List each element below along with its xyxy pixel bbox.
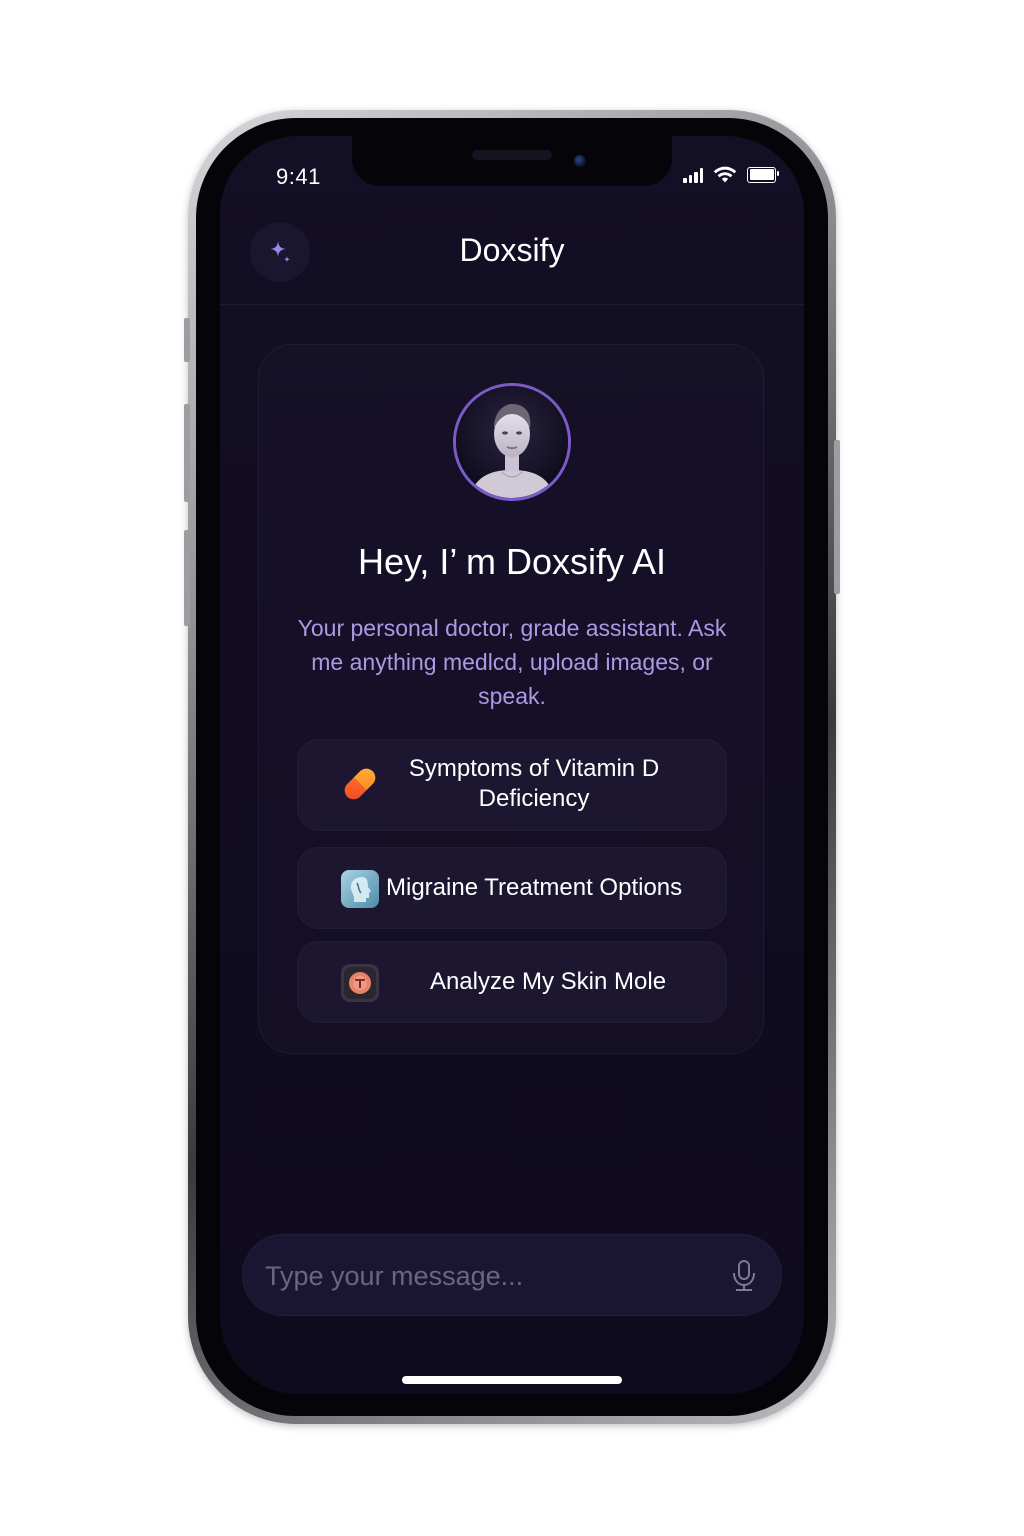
mute-switch bbox=[184, 318, 190, 362]
volume-up-button bbox=[184, 404, 190, 502]
wifi-icon bbox=[713, 166, 737, 183]
status-icons bbox=[683, 166, 779, 183]
battery-icon bbox=[747, 166, 779, 183]
welcome-card: Hey, I’ m Doxsify AI Your personal docto… bbox=[258, 344, 764, 1054]
welcome-subtitle: Your personal doctor, grade assistant. A… bbox=[297, 615, 727, 709]
skin-mole-icon bbox=[341, 964, 379, 1002]
status-time: 9:41 bbox=[276, 164, 321, 189]
suggestion-label: Migraine Treatment Options bbox=[386, 874, 683, 901]
earpiece-speaker bbox=[472, 150, 552, 160]
home-indicator[interactable] bbox=[402, 1376, 622, 1384]
app-header: Doxsify bbox=[220, 220, 804, 305]
message-composer bbox=[242, 1234, 782, 1316]
app-title: Doxsify bbox=[459, 232, 565, 268]
microphone-icon bbox=[733, 1260, 755, 1291]
mic-button[interactable] bbox=[727, 1257, 761, 1295]
suggestion-label-line1: Symptoms of Vitamin D bbox=[408, 755, 660, 782]
suggestion-vitamin-d[interactable]: Symptoms of Vitamin D Deficiency bbox=[297, 739, 727, 831]
front-camera bbox=[574, 155, 586, 167]
assistant-avatar bbox=[453, 383, 571, 501]
pill-icon bbox=[344, 768, 376, 800]
suggestion-label: Analyze My Skin Mole bbox=[429, 968, 667, 995]
power-button bbox=[834, 440, 840, 594]
cellular-signal-icon bbox=[683, 167, 703, 183]
suggestion-label-line2: Deficiency bbox=[478, 785, 590, 812]
head-medical-icon bbox=[341, 870, 379, 908]
suggestion-skin-mole[interactable]: Analyze My Skin Mole bbox=[297, 941, 727, 1023]
app-screen: 9:41 Doxsify Hey, I’ m Doxsify AI Your p… bbox=[220, 136, 804, 1394]
notch bbox=[352, 136, 672, 186]
message-input[interactable] bbox=[263, 1255, 707, 1297]
suggestion-label: Symptoms of Vitamin D Deficiency bbox=[388, 754, 680, 814]
welcome-heading: Hey, I’ m Doxsify AI bbox=[357, 541, 667, 582]
volume-down-button bbox=[184, 530, 190, 626]
suggestion-migraine[interactable]: Migraine Treatment Options bbox=[297, 847, 727, 929]
avatar-portrait-icon bbox=[456, 386, 568, 498]
